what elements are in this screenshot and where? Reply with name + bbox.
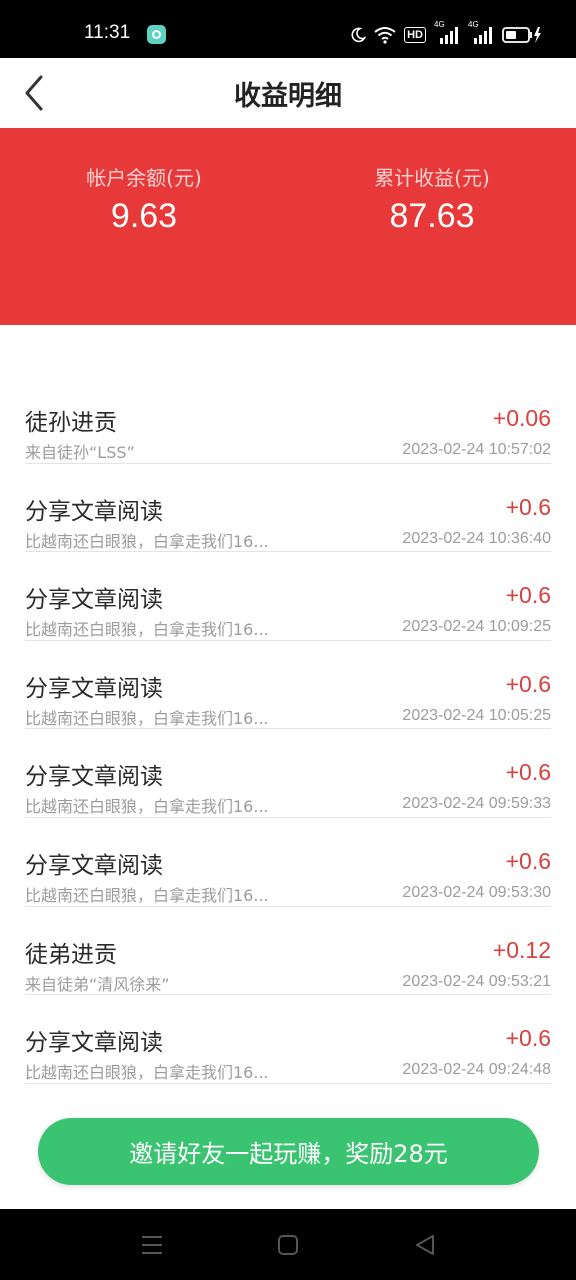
transaction-row[interactable]: 分享文章阅读 比越南还白眼狼，白拿走我们16... +0.6 2023-02-2… — [25, 995, 551, 1084]
hd-icon: HD — [404, 27, 426, 43]
page-title: 收益明细 — [234, 81, 342, 112]
transaction-title: 分享文章阅读 — [25, 675, 163, 702]
transaction-row[interactable]: 分享文章阅读 比越南还白眼狼，白拿走我们16... +0.6 2023-02-2… — [25, 552, 551, 641]
invite-friends-button[interactable]: 邀请好友一起玩赚，奖励28元 — [38, 1118, 539, 1185]
transaction-time: 2023-02-24 09:53:21 — [402, 972, 551, 990]
transaction-amount: +0.6 — [505, 582, 551, 609]
transaction-time: 2023-02-24 09:24:48 — [402, 1061, 551, 1079]
page-header: 收益明细 — [0, 58, 576, 128]
transaction-amount: +0.6 — [505, 847, 551, 874]
signal-icon-1: 4G — [434, 20, 460, 44]
moon-icon — [351, 27, 367, 43]
transaction-row[interactable]: 分享文章阅读 比越南还白眼狼，白拿走我们16... +0.6 2023-02-2… — [25, 729, 551, 818]
balance-summary: 帐户余额(元) 9.63 — [0, 162, 288, 236]
transaction-title: 徒孙进贡 — [25, 410, 117, 436]
signal-icon-2: 4G — [468, 20, 494, 44]
transaction-amount: +0.6 — [505, 1025, 551, 1052]
balance-label: 帐户余额(元) — [86, 166, 202, 190]
transaction-title: 分享文章阅读 — [25, 498, 163, 525]
earnings-summary: 帐户余额(元) 9.63 累计收益(元) 87.63 — [0, 128, 576, 325]
transaction-time: 2023-02-24 10:57:02 — [402, 441, 551, 458]
status-bar: 11:31 HD 4G 4G — [0, 0, 576, 58]
total-earnings-summary: 累计收益(元) 87.63 — [288, 162, 576, 236]
transaction-amount: +0.6 — [505, 493, 551, 520]
transaction-source: 比越南还白眼狼，白拿走我们16... — [25, 885, 269, 905]
balance-value: 9.63 — [110, 197, 178, 235]
transaction-title: 分享文章阅读 — [25, 764, 163, 791]
transaction-row[interactable]: 分享文章阅读 比越南还白眼狼，白拿走我们16... +0.6 2023-02-2… — [25, 818, 551, 907]
transaction-row[interactable]: 分享文章阅读 比越南还白眼狼，白拿走我们16... +0.6 2023-02-2… — [25, 464, 551, 553]
transaction-title: 徒弟进贡 — [25, 941, 117, 968]
transaction-amount: +0.6 — [505, 670, 551, 697]
transaction-source: 比越南还白眼狼，白拿走我们16... — [25, 531, 269, 551]
status-icons: HD 4G 4G — [350, 20, 542, 46]
transaction-list: 徒孙进贡 来自徒孙“LSS” +0.06 2023-02-24 10:57:02… — [0, 375, 576, 1084]
transaction-title: 分享文章阅读 — [25, 1030, 163, 1057]
status-time: 11:31 — [84, 22, 131, 43]
transaction-source: 来自徒孙“LSS” — [25, 443, 135, 462]
transaction-source: 比越南还白眼狼，白拿走我们16... — [25, 797, 269, 817]
wifi-icon — [374, 27, 396, 44]
app-notification-icon — [147, 25, 166, 44]
battery-icon — [502, 27, 541, 43]
back-triangle-icon[interactable] — [412, 1232, 438, 1258]
transaction-title: 分享文章阅读 — [25, 587, 163, 614]
menu-icon[interactable] — [139, 1232, 165, 1258]
transaction-source: 比越南还白眼狼，白拿走我们16... — [25, 620, 269, 640]
transaction-time: 2023-02-24 10:09:25 — [402, 618, 551, 636]
transaction-amount: +0.06 — [492, 405, 551, 431]
transaction-row[interactable]: 分享文章阅读 比越南还白眼狼，白拿走我们16... +0.6 2023-02-2… — [25, 641, 551, 730]
transaction-title: 分享文章阅读 — [25, 852, 163, 879]
total-earnings-value: 87.63 — [389, 197, 475, 235]
total-earnings-label: 累计收益(元) — [374, 166, 490, 190]
home-icon[interactable] — [275, 1232, 301, 1258]
transaction-amount: +0.6 — [505, 759, 551, 786]
transaction-row[interactable]: 徒孙进贡 来自徒孙“LSS” +0.06 2023-02-24 10:57:02 — [25, 375, 551, 464]
transaction-time: 2023-02-24 10:36:40 — [402, 529, 551, 547]
transaction-time: 2023-02-24 10:05:25 — [402, 706, 551, 724]
transaction-time: 2023-02-24 09:53:30 — [402, 883, 551, 901]
transaction-source: 来自徒弟“清风徐来” — [25, 974, 170, 994]
transaction-amount: +0.12 — [492, 936, 551, 963]
transaction-source: 比越南还白眼狼，白拿走我们16... — [25, 708, 269, 728]
system-nav-bar — [0, 1209, 576, 1280]
transaction-row[interactable]: 徒弟进贡 来自徒弟“清风徐来” +0.12 2023-02-24 09:53:2… — [25, 907, 551, 996]
transaction-source: 比越南还白眼狼，白拿走我们16... — [25, 1063, 269, 1083]
transaction-time: 2023-02-24 09:59:33 — [402, 795, 551, 813]
